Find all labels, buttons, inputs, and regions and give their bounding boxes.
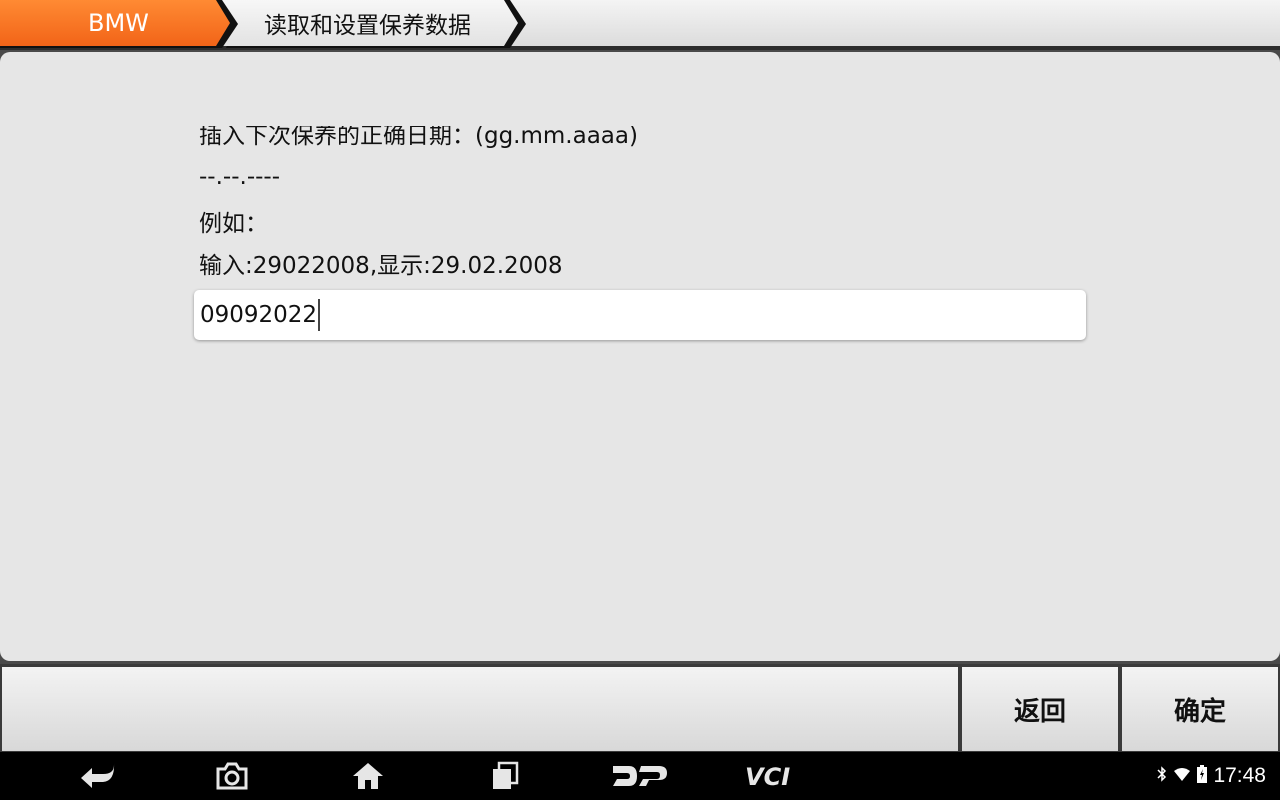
bluetooth-icon <box>1157 766 1167 786</box>
date-input[interactable]: 09092022 <box>194 290 1086 340</box>
home-icon[interactable] <box>349 758 387 794</box>
brand-label: BMW <box>88 9 149 37</box>
status-clock: 17:48 <box>1213 764 1266 787</box>
instruction-text: 插入下次保养的正确日期：(gg.mm.aaaa) <box>199 123 638 149</box>
breadcrumb-page[interactable]: 读取和设置保养数据 <box>218 0 518 46</box>
content-panel: 插入下次保养的正确日期：(gg.mm.aaaa) --.--.---- 例如： … <box>0 52 1280 661</box>
status-area: 17:48 <box>1157 758 1266 794</box>
battery-icon <box>1197 765 1208 787</box>
back-icon[interactable] <box>78 758 118 794</box>
breadcrumb-brand[interactable]: BMW <box>0 0 230 46</box>
example-text: 输入:29022008,显示:29.02.2008 <box>199 253 563 279</box>
vci-icon[interactable]: VCI <box>742 758 810 794</box>
back-button[interactable]: 返回 <box>962 667 1118 751</box>
action-bar: 返回 确定 <box>0 664 1280 752</box>
header-bar: 读取和设置保养数据 BMW <box>0 0 1280 50</box>
page-title: 读取和设置保养数据 <box>264 13 471 39</box>
dp-icon[interactable] <box>608 758 670 794</box>
recent-apps-icon[interactable] <box>487 758 523 794</box>
example-label: 例如： <box>199 211 268 237</box>
camera-icon[interactable] <box>213 758 251 794</box>
system-nav-bar: VCI 17:48 <box>0 752 1280 800</box>
current-date-text: --.--.---- <box>199 164 281 190</box>
wifi-icon <box>1173 767 1191 786</box>
action-bar-empty <box>2 667 958 751</box>
svg-text:VCI: VCI <box>745 763 790 789</box>
text-caret <box>318 299 321 331</box>
date-input-value: 09092022 <box>200 302 318 328</box>
confirm-button[interactable]: 确定 <box>1122 667 1278 751</box>
